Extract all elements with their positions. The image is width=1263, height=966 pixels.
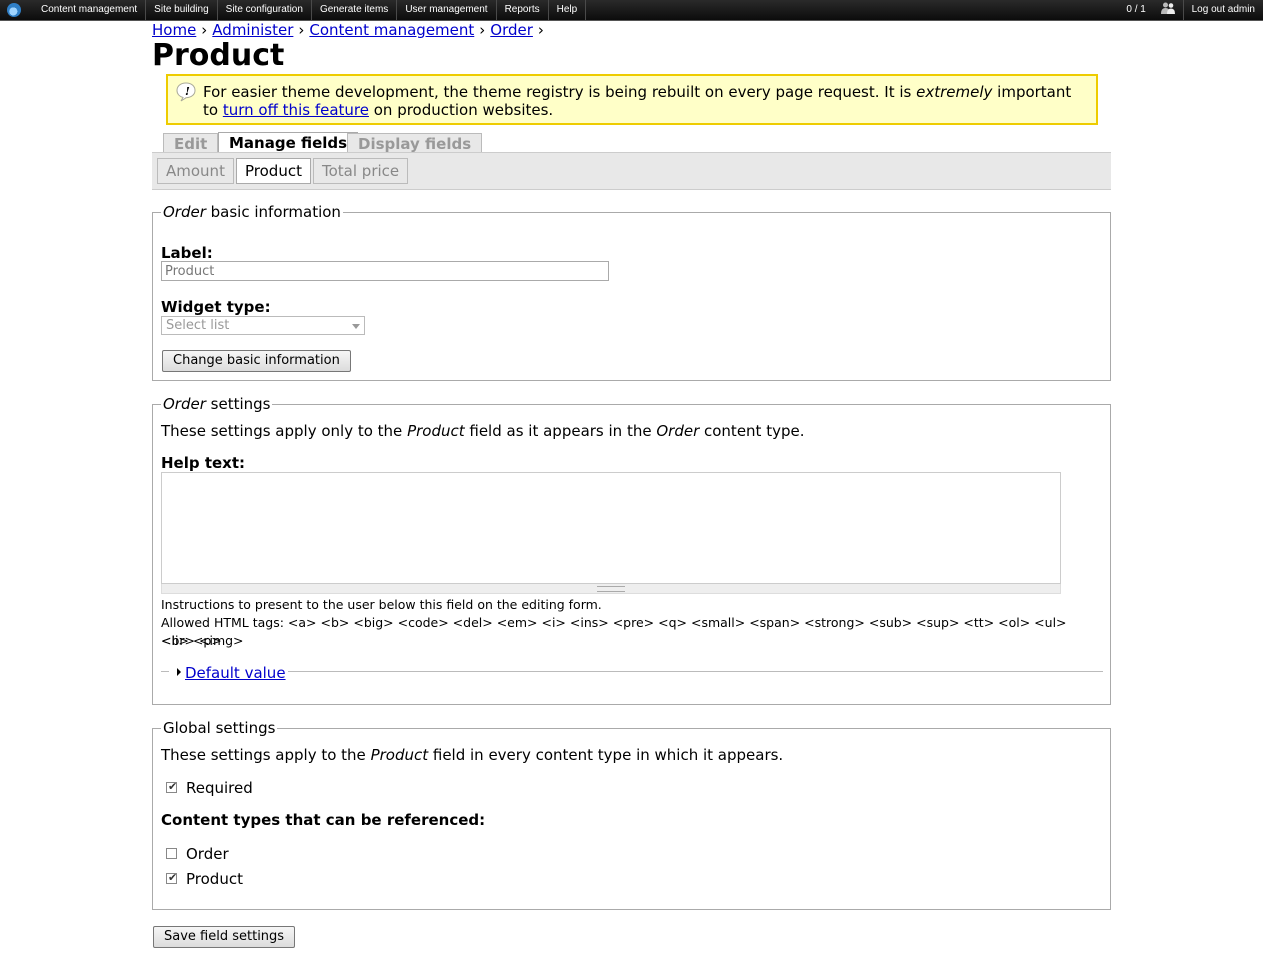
page-title: Product bbox=[152, 38, 285, 73]
help-text-label: Help text: bbox=[161, 454, 246, 472]
content-type-order-label: Order bbox=[186, 845, 229, 863]
users-icon bbox=[1160, 2, 1175, 14]
allowed-html-tags: Allowed HTML tags: <a> <b> <big> <code> … bbox=[161, 615, 1067, 648]
default-value-toggle[interactable]: Default value bbox=[185, 664, 288, 682]
required-label: Required bbox=[186, 779, 253, 797]
breadcrumb-separator: › bbox=[537, 21, 544, 39]
global-settings-description: These settings apply to the Product fiel… bbox=[161, 746, 783, 764]
tab-edit[interactable]: Edit bbox=[163, 133, 219, 153]
change-basic-information-button[interactable]: Change basic information bbox=[162, 350, 351, 372]
global-settings-fieldset: Global settings These settings apply to … bbox=[152, 719, 1111, 910]
label-field-label: Label: bbox=[161, 244, 213, 262]
drupal-logo-icon[interactable] bbox=[7, 3, 21, 17]
breadcrumb-home[interactable]: Home bbox=[152, 21, 196, 39]
admin-menu-reports[interactable]: Reports bbox=[497, 0, 549, 20]
global-settings-legend: Global settings bbox=[161, 719, 278, 737]
subtab-total-price[interactable]: Total price bbox=[313, 158, 409, 184]
content-type-order-checkbox[interactable] bbox=[166, 848, 177, 859]
warning-icon: ! bbox=[176, 82, 196, 102]
widget-type-select[interactable]: Select list bbox=[161, 316, 365, 335]
admin-menu-user-management[interactable]: User management bbox=[397, 0, 497, 20]
description-emphasis: Product bbox=[370, 746, 429, 764]
textarea-resize-grip[interactable] bbox=[161, 584, 1061, 594]
checkmark-icon: ✔ bbox=[168, 780, 178, 793]
basic-information-legend: Order basic information bbox=[161, 203, 343, 221]
widget-type-value: Select list bbox=[166, 318, 230, 333]
description-part: content type. bbox=[699, 422, 805, 440]
legend-text: settings bbox=[205, 395, 271, 413]
required-checkbox[interactable]: ✔ bbox=[166, 780, 178, 793]
turn-off-feature-link[interactable]: turn off this feature bbox=[223, 101, 369, 119]
warning-message: ! For easier theme development, the them… bbox=[166, 74, 1098, 125]
legend-text: basic information bbox=[205, 203, 341, 221]
order-settings-legend: Order settings bbox=[161, 395, 273, 413]
content-type-product-label: Product bbox=[186, 870, 243, 888]
label-input[interactable] bbox=[161, 261, 609, 281]
grip-icon bbox=[597, 586, 625, 592]
breadcrumb: Home › Administer › Content management › Order… bbox=[152, 21, 549, 39]
users-online-count: 0 / 1 bbox=[1126, 4, 1146, 15]
legend-emphasis: Order bbox=[163, 203, 206, 221]
description-part: These settings apply only to the bbox=[161, 422, 408, 440]
content-type-product-checkbox[interactable]: ✔ bbox=[166, 871, 178, 884]
widget-type-label: Widget type: bbox=[161, 298, 271, 316]
checkmark-icon: ✔ bbox=[168, 871, 178, 884]
subtab-amount[interactable]: Amount bbox=[157, 158, 234, 184]
collapsible-divider bbox=[279, 671, 1103, 672]
description-part: field in every content type in which it … bbox=[428, 746, 784, 764]
tab-manage-fields[interactable]: Manage fields bbox=[218, 132, 359, 154]
admin-menu-site-building[interactable]: Site building bbox=[146, 0, 218, 20]
description-part: These settings apply to the bbox=[161, 746, 371, 764]
admin-menu-right: 0 / 1 Log out admin bbox=[1110, 0, 1263, 20]
svg-text:!: ! bbox=[185, 85, 190, 98]
chevron-down-icon bbox=[352, 324, 360, 329]
warning-text: For easier theme development, the theme … bbox=[203, 83, 1083, 119]
content-types-label: Content types that can be referenced: bbox=[161, 811, 486, 829]
secondary-tabs: Amount Product Total price bbox=[152, 152, 1111, 190]
admin-menu: Content management Site building Site co… bbox=[33, 0, 587, 20]
save-field-settings-button[interactable]: Save field settings bbox=[153, 926, 296, 948]
users-online[interactable]: 0 / 1 bbox=[1110, 0, 1182, 20]
breadcrumb-separator: › bbox=[201, 21, 208, 39]
tab-display-fields[interactable]: Display fields bbox=[347, 133, 483, 153]
warning-text-emphasis: extremely bbox=[916, 83, 993, 101]
description-emphasis: Product bbox=[407, 422, 465, 440]
collapsible-divider bbox=[161, 671, 169, 672]
order-settings-fieldset: Order settings These settings apply only… bbox=[152, 395, 1111, 705]
order-settings-description: These settings apply only to the Product… bbox=[161, 422, 804, 440]
allowed-html-tags-continued: <br> <img> bbox=[161, 633, 244, 648]
admin-menu-content-management[interactable]: Content management bbox=[33, 0, 147, 20]
logout-link[interactable]: Log out admin bbox=[1182, 0, 1263, 20]
admin-menu-bar: Content management Site building Site co… bbox=[0, 0, 1263, 21]
help-text-textarea[interactable] bbox=[161, 472, 1061, 584]
warning-text-part: For easier theme development, the theme … bbox=[203, 83, 917, 101]
admin-menu-generate-items[interactable]: Generate items bbox=[312, 0, 398, 20]
help-text-instructions: Instructions to present to the user belo… bbox=[161, 597, 602, 612]
breadcrumb-order[interactable]: Order bbox=[490, 21, 533, 39]
basic-information-fieldset: Order basic information Label: Widget ty… bbox=[152, 203, 1111, 381]
breadcrumb-separator: › bbox=[479, 21, 486, 39]
warning-text-part: on production websites. bbox=[368, 101, 554, 119]
legend-emphasis: Order bbox=[163, 395, 206, 413]
description-emphasis: Order bbox=[656, 422, 700, 440]
admin-menu-help[interactable]: Help bbox=[549, 0, 587, 20]
expand-triangle-icon[interactable] bbox=[177, 668, 181, 676]
breadcrumb-separator: › bbox=[298, 21, 305, 39]
subtab-product[interactable]: Product bbox=[236, 158, 311, 184]
admin-menu-site-configuration[interactable]: Site configuration bbox=[218, 0, 312, 20]
breadcrumb-administer[interactable]: Administer bbox=[212, 21, 293, 39]
description-part: field as it appears in the bbox=[464, 422, 657, 440]
breadcrumb-content-management[interactable]: Content management bbox=[309, 21, 474, 39]
